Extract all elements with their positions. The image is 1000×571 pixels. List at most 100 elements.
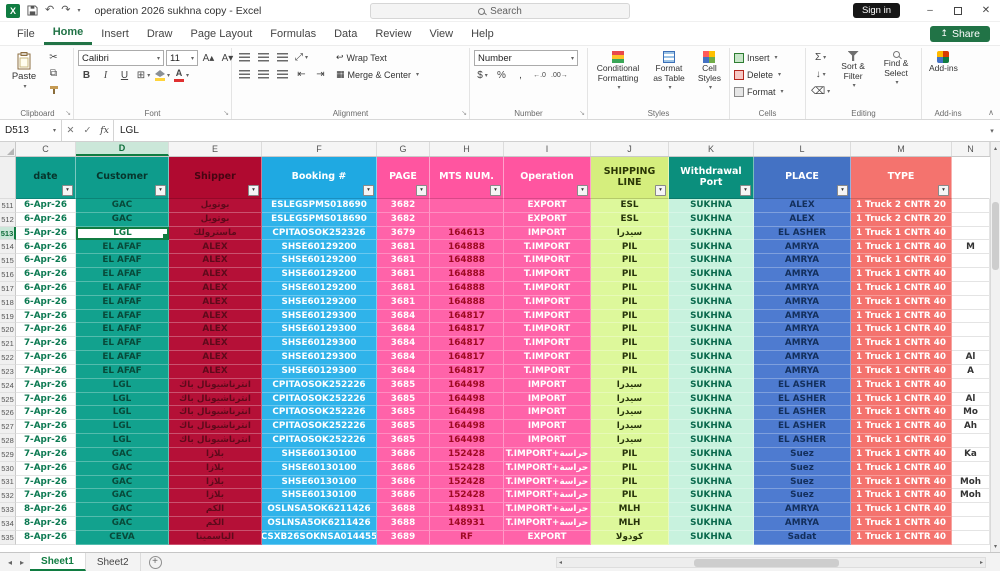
cell-L517[interactable]: AMRYA xyxy=(754,281,851,296)
cell-C527[interactable]: 7-Apr-26 xyxy=(16,420,76,435)
cell-G530[interactable]: 3686 xyxy=(377,461,430,476)
cell-K524[interactable]: SUKHNA xyxy=(669,378,754,393)
cell-H517[interactable]: 164888 xyxy=(430,281,504,296)
cell-E511[interactable]: بوتويل xyxy=(169,199,262,213)
confirm-entry-icon[interactable]: ✓ xyxy=(79,120,96,141)
filter-button-M[interactable]: ▾ xyxy=(938,185,949,196)
cell-E517[interactable]: ALEX xyxy=(169,281,262,296)
close-icon[interactable]: ✕ xyxy=(972,0,1000,22)
cell-H533[interactable]: 148931 xyxy=(430,503,504,518)
cell-styles-button[interactable]: Cell Styles ▾ xyxy=(694,50,725,92)
cell-F521[interactable]: SHSE60129300 xyxy=(262,337,377,352)
addins-button[interactable]: Add-ins xyxy=(926,50,961,75)
cell-F533[interactable]: OSLNSA5OK6211426 xyxy=(262,503,377,518)
row-header-513[interactable]: 513 xyxy=(0,226,16,241)
cell-J517[interactable]: PIL xyxy=(591,281,669,296)
row-header-531[interactable]: 531 xyxy=(0,475,16,490)
decrease-decimal-icon[interactable]: .00→ xyxy=(550,68,569,83)
cell-J511[interactable]: ESL xyxy=(591,199,669,213)
column-header-F[interactable]: F xyxy=(262,142,377,156)
cell-C511[interactable]: 6-Apr-26 xyxy=(16,199,76,213)
cell-D522[interactable]: EL AFAF xyxy=(76,351,169,365)
row-header-535[interactable]: 535 xyxy=(0,530,16,545)
cell-K520[interactable]: SUKHNA xyxy=(669,323,754,338)
cell-D513[interactable]: LGL xyxy=(76,226,169,241)
cell-H528[interactable]: 164498 xyxy=(430,434,504,448)
cell-E512[interactable]: بوتويل xyxy=(169,212,262,227)
scroll-up-icon[interactable]: ▴ xyxy=(991,142,1000,154)
cell-C532[interactable]: 7-Apr-26 xyxy=(16,489,76,504)
cell-E514[interactable]: ALEX xyxy=(169,240,262,255)
cell-C520[interactable]: 7-Apr-26 xyxy=(16,323,76,338)
cell-G527[interactable]: 3685 xyxy=(377,420,430,435)
column-header-E[interactable]: E xyxy=(169,142,262,156)
row-header-525[interactable]: 525 xyxy=(0,392,16,407)
cell-M534[interactable]: 1 Truck 1 CNTR 40 xyxy=(851,517,952,531)
cell-F528[interactable]: CPITAOSOK252226 xyxy=(262,434,377,448)
merge-center-button[interactable]: ▦ Merge & Center ▾ xyxy=(336,67,419,82)
cell-N520[interactable] xyxy=(952,323,990,338)
cell-I522[interactable]: T.IMPORT xyxy=(504,351,591,365)
number-dialog-launcher-icon[interactable]: ↘ xyxy=(579,110,585,117)
cell-H526[interactable]: 164498 xyxy=(430,406,504,421)
cell-I523[interactable]: T.IMPORT xyxy=(504,364,591,379)
cell-I535[interactable]: EXPORT xyxy=(504,530,591,545)
font-name-select[interactable]: Calibri ▾ xyxy=(78,50,164,66)
cell-H522[interactable]: 164817 xyxy=(430,351,504,365)
cell-F512[interactable]: ESLEGSPMS018690 xyxy=(262,212,377,227)
cell-J525[interactable]: سيدرا xyxy=(591,392,669,407)
cell-D530[interactable]: GAC xyxy=(76,461,169,476)
cell-M528[interactable]: 1 Truck 1 CNTR 40 xyxy=(851,434,952,448)
cell-J534[interactable]: MLH xyxy=(591,517,669,531)
align-left-icon[interactable] xyxy=(236,67,253,82)
cell-M533[interactable]: 1 Truck 1 CNTR 40 xyxy=(851,503,952,518)
cell-M532[interactable]: 1 Truck 1 CNTR 40 xyxy=(851,489,952,504)
save-icon[interactable] xyxy=(27,5,38,16)
cell-K511[interactable]: SUKHNA xyxy=(669,199,754,213)
cell-G515[interactable]: 3681 xyxy=(377,254,430,269)
cell-M526[interactable]: 1 Truck 1 CNTR 40 xyxy=(851,406,952,421)
cell-N511[interactable] xyxy=(952,199,990,213)
conditional-formatting-button[interactable]: Conditional Formatting ▾ xyxy=(592,50,644,92)
sheet-nav-left-icon[interactable]: ◂ xyxy=(4,558,16,567)
cell-K532[interactable]: SUKHNA xyxy=(669,489,754,504)
filter-button-D[interactable]: ▾ xyxy=(155,185,166,196)
cell-J530[interactable]: PIL xyxy=(591,461,669,476)
cell-D526[interactable]: LGL xyxy=(76,406,169,421)
row-header-533[interactable]: 533 xyxy=(0,503,16,518)
cell-C522[interactable]: 7-Apr-26 xyxy=(16,351,76,365)
cell-I527[interactable]: IMPORT xyxy=(504,420,591,435)
row-header-517[interactable]: 517 xyxy=(0,281,16,296)
cell-H531[interactable]: 152428 xyxy=(430,475,504,490)
cell-J516[interactable]: PIL xyxy=(591,268,669,282)
cell-I533[interactable]: T.IMPORT+حراسة xyxy=(504,503,591,518)
insert-function-icon[interactable]: fx xyxy=(96,120,113,141)
cell-J535[interactable]: كودولا xyxy=(591,530,669,545)
cell-I517[interactable]: T.IMPORT xyxy=(504,281,591,296)
cell-L525[interactable]: EL ASHER xyxy=(754,392,851,407)
cell-E519[interactable]: ALEX xyxy=(169,309,262,324)
row-header-527[interactable]: 527 xyxy=(0,420,16,435)
cell-H520[interactable]: 164817 xyxy=(430,323,504,338)
cell-D516[interactable]: EL AFAF xyxy=(76,268,169,282)
horizontal-scrollbar[interactable]: ◂ ▸ xyxy=(556,557,986,568)
cell-C525[interactable]: 7-Apr-26 xyxy=(16,392,76,407)
cell-N517[interactable] xyxy=(952,281,990,296)
cell-N530[interactable] xyxy=(952,461,990,476)
cell-L511[interactable]: ALEX xyxy=(754,199,851,213)
share-button[interactable]: ↥ Share xyxy=(930,25,990,42)
cell-H524[interactable]: 164498 xyxy=(430,378,504,393)
row-header-528[interactable]: 528 xyxy=(0,434,16,448)
cancel-entry-icon[interactable]: ✕ xyxy=(62,120,79,141)
cell-D527[interactable]: LGL xyxy=(76,420,169,435)
cell-I531[interactable]: T.IMPORT+حراسة xyxy=(504,475,591,490)
cell-C513[interactable]: 5-Apr-26 xyxy=(16,226,76,241)
cell-I518[interactable]: T.IMPORT xyxy=(504,295,591,310)
cell-C524[interactable]: 7-Apr-26 xyxy=(16,378,76,393)
cell-F525[interactable]: CPITAOSOK252226 xyxy=(262,392,377,407)
column-header-J[interactable]: J xyxy=(591,142,669,156)
orientation-icon[interactable]: ⤢ ▾ xyxy=(293,50,310,65)
cell-L533[interactable]: AMRYA xyxy=(754,503,851,518)
cell-J519[interactable]: PIL xyxy=(591,309,669,324)
cell-D518[interactable]: EL AFAF xyxy=(76,295,169,310)
